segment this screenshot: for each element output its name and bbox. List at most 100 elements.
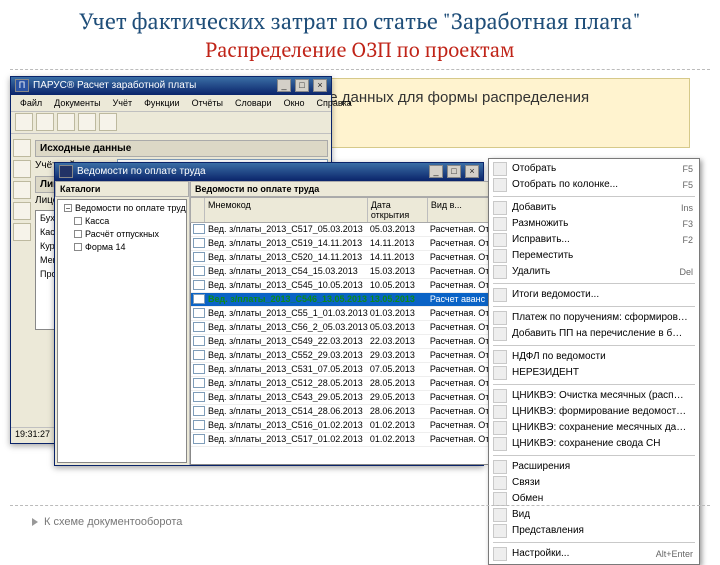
row-checkbox[interactable] <box>193 434 205 444</box>
toolbar-button[interactable] <box>78 113 96 131</box>
table-row[interactable]: Вед. з/платы_2013_С56_2_05.03.201305.03.… <box>191 321 508 335</box>
vtool-button[interactable] <box>13 202 31 220</box>
menu-item[interactable]: Добавить ПП на перечисление в бюджет спи… <box>489 326 699 342</box>
menu-file[interactable]: Файл <box>15 97 47 109</box>
catalog-tree[interactable]: −Ведомости по оплате труда Касса Расчёт … <box>57 199 187 463</box>
menu-item[interactable]: ОтобратьF5 <box>489 161 699 177</box>
menu-docs[interactable]: Документы <box>49 97 105 109</box>
grid-header[interactable]: Мнемокод Дата открытия Вид в... <box>190 197 509 223</box>
menu-window[interactable]: Окно <box>279 97 310 109</box>
row-checkbox[interactable] <box>193 420 205 430</box>
menu-item[interactable]: НЕРЕЗИДЕНТ <box>489 365 699 381</box>
menu-item[interactable]: Связи <box>489 475 699 491</box>
menu-acct[interactable]: Учёт <box>108 97 138 109</box>
tree-node[interactable]: Расчёт отпускных <box>85 229 159 239</box>
maximize-button[interactable]: □ <box>295 79 309 92</box>
menu-item-label: НЕРЕЗИДЕНТ <box>512 367 688 378</box>
menu-item-shortcut: F3 <box>682 219 693 229</box>
cell-name: Вед. з/платы_2013_С512_28.05.2013 <box>207 378 368 388</box>
menu-item-label: ЦНИКВЭ: сохранение свода СН <box>512 438 688 449</box>
table-row[interactable]: Вед. з/платы_2013_С517_05.03.201305.03.2… <box>191 223 508 237</box>
table-row[interactable]: Вед. з/платы_2013_С546_13.05.201313.05.2… <box>191 293 508 307</box>
toolbar-button[interactable] <box>99 113 117 131</box>
footer-link[interactable]: К схеме документооборота <box>32 516 182 528</box>
toolbar-button[interactable] <box>36 113 54 131</box>
minimize-button[interactable]: _ <box>277 79 291 92</box>
menu-item[interactable]: УдалитьDel <box>489 264 699 280</box>
menu-item[interactable]: Переместить <box>489 248 699 264</box>
toolbar-button[interactable] <box>15 113 33 131</box>
row-checkbox[interactable] <box>193 266 205 276</box>
row-checkbox[interactable] <box>193 378 205 388</box>
table-row[interactable]: Вед. з/платы_2013_С516_01.02.201301.02.2… <box>191 419 508 433</box>
cell-name: Вед. з/платы_2013_С552_29.03.2013 <box>207 350 368 360</box>
table-row[interactable]: Вед. з/платы_2013_С519_14.11.201314.11.2… <box>191 237 508 251</box>
row-checkbox[interactable] <box>193 294 205 304</box>
menu-item[interactable]: Платеж по поручениям: сформировать в бюд… <box>489 310 699 326</box>
row-checkbox[interactable] <box>193 392 205 402</box>
row-checkbox[interactable] <box>193 336 205 346</box>
table-row[interactable]: Вед. з/платы_2013_С545_10.05.201310.05.2… <box>191 279 508 293</box>
menu-item[interactable]: Расширения <box>489 459 699 475</box>
menu-help[interactable]: Справка <box>311 97 356 109</box>
row-checkbox[interactable] <box>193 224 205 234</box>
menu-item-label: Связи <box>512 477 688 488</box>
row-checkbox[interactable] <box>193 350 205 360</box>
minimize-button[interactable]: _ <box>429 165 443 178</box>
row-checkbox[interactable] <box>193 252 205 262</box>
row-checkbox[interactable] <box>193 406 205 416</box>
maximize-button[interactable]: □ <box>447 165 461 178</box>
menu-item[interactable]: Исправить...F2 <box>489 232 699 248</box>
table-row[interactable]: Вед. з/платы_2013_С543_29.05.201329.05.2… <box>191 391 508 405</box>
menu-item-icon <box>493 389 507 403</box>
menu-item[interactable]: НДФЛ по ведомости <box>489 349 699 365</box>
menu-item[interactable]: ЦНИКВЭ: сохранение свода СН <box>489 436 699 452</box>
table-row[interactable]: Вед. з/платы_2013_С549_22.03.201322.03.2… <box>191 335 508 349</box>
grid-body[interactable]: Вед. з/платы_2013_С517_05.03.201305.03.2… <box>190 223 509 465</box>
row-checkbox[interactable] <box>193 238 205 248</box>
table-row[interactable]: Вед. з/платы_2013_С514_28.06.201328.06.2… <box>191 405 508 419</box>
tree-node[interactable]: Ведомости по оплате труда <box>75 203 187 213</box>
row-checkbox[interactable] <box>193 364 205 374</box>
close-button[interactable]: × <box>465 165 479 178</box>
menu-item-icon <box>493 178 507 192</box>
col-date[interactable]: Дата открытия <box>368 198 428 222</box>
table-row[interactable]: Вед. з/платы_2013_С54_15.03.201315.03.20… <box>191 265 508 279</box>
row-checkbox[interactable] <box>193 308 205 318</box>
vtool-button[interactable] <box>13 181 31 199</box>
tree-node[interactable]: Форма 14 <box>85 242 126 252</box>
table-row[interactable]: Вед. з/платы_2013_С552_29.03.201329.03.2… <box>191 349 508 363</box>
vtool-button[interactable] <box>13 160 31 178</box>
vtool-button[interactable] <box>13 139 31 157</box>
menu-item[interactable]: Отобрать по колонке...F5 <box>489 177 699 193</box>
menubar[interactable]: Файл Документы Учёт Функции Отчёты Слова… <box>11 95 331 112</box>
context-menu[interactable]: ОтобратьF5Отобрать по колонке...F5 Добави… <box>488 158 700 565</box>
menu-reports[interactable]: Отчёты <box>187 97 228 109</box>
row-checkbox[interactable] <box>193 280 205 290</box>
cell-name: Вед. з/платы_2013_С531_07.05.2013 <box>207 364 368 374</box>
vtool-button[interactable] <box>13 223 31 241</box>
table-row[interactable]: Вед. з/платы_2013_С531_07.05.201307.05.2… <box>191 363 508 377</box>
tree-node[interactable]: Касса <box>85 216 109 226</box>
menu-item[interactable]: ДобавитьIns <box>489 200 699 216</box>
menu-item[interactable]: Представления <box>489 523 699 539</box>
menu-item-icon <box>493 492 507 506</box>
menu-func[interactable]: Функции <box>139 97 184 109</box>
menu-dict[interactable]: Словари <box>230 97 277 109</box>
close-button[interactable]: × <box>313 79 327 92</box>
menu-item-icon <box>493 201 507 215</box>
row-checkbox[interactable] <box>193 322 205 332</box>
table-row[interactable]: Вед. з/платы_2013_С55_1_01.03.201301.03.… <box>191 307 508 321</box>
menu-item[interactable]: Вид <box>489 507 699 523</box>
toolbar-button[interactable] <box>57 113 75 131</box>
table-row[interactable]: Вед. з/платы_2013_С512_28.05.201328.05.2… <box>191 377 508 391</box>
menu-item[interactable]: Итоги ведомости... <box>489 287 699 303</box>
table-row[interactable]: Вед. з/платы_2013_С517_01.02.201301.02.2… <box>191 433 508 447</box>
col-name[interactable]: Мнемокод <box>205 198 368 222</box>
menu-item[interactable]: ЦНИКВЭ: сохранение месячных данных 14 <box>489 420 699 436</box>
menu-item[interactable]: РазмножитьF3 <box>489 216 699 232</box>
menu-item[interactable]: ЦНИКВЭ: Очистка месячных (распределенных… <box>489 388 699 404</box>
menu-item[interactable]: ЦНИКВЭ: формирование ведомости СН <box>489 404 699 420</box>
menu-item[interactable]: Настройки...Alt+Enter <box>489 546 699 562</box>
table-row[interactable]: Вед. з/платы_2013_С520_14.11.201314.11.2… <box>191 251 508 265</box>
